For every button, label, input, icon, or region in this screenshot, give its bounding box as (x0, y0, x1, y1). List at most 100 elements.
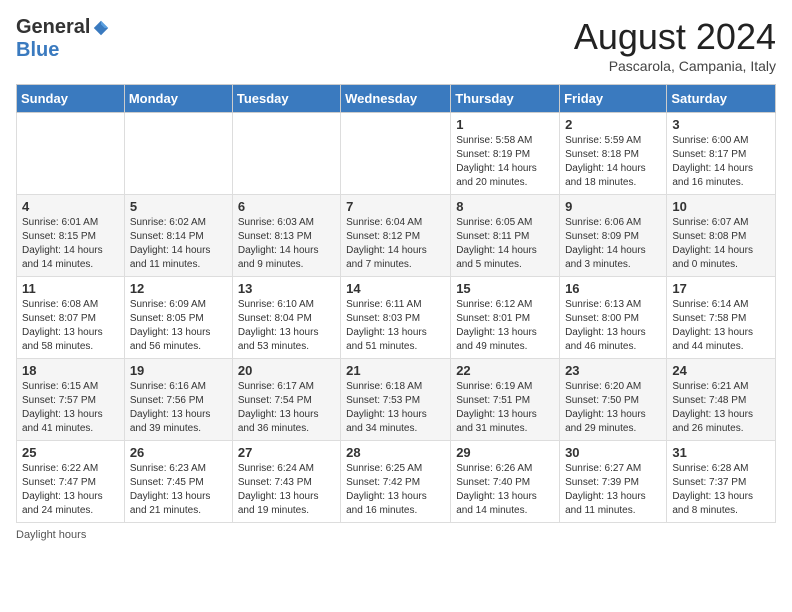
day-number: 23 (565, 363, 661, 378)
day-info: Sunrise: 6:16 AM Sunset: 7:56 PM Dayligh… (130, 380, 227, 436)
calendar-dow-sunday: Sunday (17, 85, 125, 113)
calendar-cell: 7Sunrise: 6:04 AM Sunset: 8:12 PM Daylig… (341, 195, 451, 277)
title-block: August 2024 Pascarola, Campania, Italy (574, 16, 776, 74)
day-number: 28 (346, 445, 445, 460)
day-info: Sunrise: 6:05 AM Sunset: 8:11 PM Dayligh… (456, 216, 554, 272)
day-number: 19 (130, 363, 227, 378)
day-info: Sunrise: 6:20 AM Sunset: 7:50 PM Dayligh… (565, 380, 661, 436)
calendar-dow-monday: Monday (124, 85, 232, 113)
day-number: 26 (130, 445, 227, 460)
page-header: General Blue August 2024 Pascarola, Camp… (16, 16, 776, 74)
day-number: 18 (22, 363, 119, 378)
day-info: Sunrise: 6:07 AM Sunset: 8:08 PM Dayligh… (672, 216, 770, 272)
day-info: Sunrise: 6:26 AM Sunset: 7:40 PM Dayligh… (456, 462, 554, 518)
calendar-cell: 12 Sunrise: 6:09 AM Sunset: 8:05 PM Dayli… (124, 277, 232, 359)
day-info: Sunrise: 6:25 AM Sunset: 7:42 PM Dayligh… (346, 462, 445, 518)
calendar-cell: 29 Sunrise: 6:26 AM Sunset: 7:40 PM Dayli… (451, 441, 560, 523)
day-number: 13 (238, 281, 335, 296)
calendar-cell: 30 Sunrise: 6:27 AM Sunset: 7:39 PM Dayli… (560, 441, 667, 523)
day-info: Sunrise: 6:03 AM Sunset: 8:13 PM Dayligh… (238, 216, 335, 272)
day-info: Sunrise: 5:59 AM Sunset: 8:18 PM Dayligh… (565, 134, 661, 190)
day-number: 27 (238, 445, 335, 460)
calendar-cell: 15Sunrise: 6:12 AM Sunset: 8:01 PM Dayli… (451, 277, 560, 359)
calendar-cell: 3Sunrise: 6:00 AM Sunset: 8:17 PM Daylig… (667, 113, 776, 195)
logo-icon (92, 19, 110, 37)
calendar-cell: 23 Sunrise: 6:20 AM Sunset: 7:50 PM Dayli… (560, 359, 667, 441)
day-info: Sunrise: 6:18 AM Sunset: 7:53 PM Dayligh… (346, 380, 445, 436)
day-info: Sunrise: 6:27 AM Sunset: 7:39 PM Dayligh… (565, 462, 661, 518)
calendar-cell (124, 113, 232, 195)
calendar-cell: 9 Sunrise: 6:06 AM Sunset: 8:09 PM Daylig… (560, 195, 667, 277)
logo-general-text: General (16, 16, 90, 39)
day-number: 29 (456, 445, 554, 460)
day-info: Sunrise: 6:02 AM Sunset: 8:14 PM Dayligh… (130, 216, 227, 272)
day-info: Sunrise: 6:01 AM Sunset: 8:15 PM Dayligh… (22, 216, 119, 272)
day-info: Sunrise: 6:19 AM Sunset: 7:51 PM Dayligh… (456, 380, 554, 436)
day-number: 1 (456, 117, 554, 132)
day-number: 24 (672, 363, 770, 378)
calendar-dow-thursday: Thursday (451, 85, 560, 113)
calendar-cell: 14Sunrise: 6:11 AM Sunset: 8:03 PM Dayli… (341, 277, 451, 359)
day-number: 20 (238, 363, 335, 378)
calendar-cell: 2 Sunrise: 5:59 AM Sunset: 8:18 PM Daylig… (560, 113, 667, 195)
calendar-cell: 8 Sunrise: 6:05 AM Sunset: 8:11 PM Daylig… (451, 195, 560, 277)
day-number: 31 (672, 445, 770, 460)
calendar-dow-wednesday: Wednesday (341, 85, 451, 113)
calendar-cell: 11 Sunrise: 6:08 AM Sunset: 8:07 PM Dayli… (17, 277, 125, 359)
calendar-cell: 19 Sunrise: 6:16 AM Sunset: 7:56 PM Dayli… (124, 359, 232, 441)
day-number: 21 (346, 363, 445, 378)
day-info: Sunrise: 6:08 AM Sunset: 8:07 PM Dayligh… (22, 298, 119, 354)
day-number: 22 (456, 363, 554, 378)
calendar-week-row: 11 Sunrise: 6:08 AM Sunset: 8:07 PM Dayli… (17, 277, 776, 359)
calendar-week-row: 18 Sunrise: 6:15 AM Sunset: 7:57 PM Dayli… (17, 359, 776, 441)
calendar-dow-tuesday: Tuesday (232, 85, 340, 113)
calendar-cell: 28 Sunrise: 6:25 AM Sunset: 7:42 PM Dayli… (341, 441, 451, 523)
calendar-cell: 24Sunrise: 6:21 AM Sunset: 7:48 PM Dayli… (667, 359, 776, 441)
calendar-cell: 13Sunrise: 6:10 AM Sunset: 8:04 PM Dayli… (232, 277, 340, 359)
calendar-cell: 18 Sunrise: 6:15 AM Sunset: 7:57 PM Dayli… (17, 359, 125, 441)
day-number: 11 (22, 281, 119, 296)
calendar-cell: 21 Sunrise: 6:18 AM Sunset: 7:53 PM Dayli… (341, 359, 451, 441)
calendar-dow-saturday: Saturday (667, 85, 776, 113)
day-info: Sunrise: 6:15 AM Sunset: 7:57 PM Dayligh… (22, 380, 119, 436)
calendar-cell: 16 Sunrise: 6:13 AM Sunset: 8:00 PM Dayli… (560, 277, 667, 359)
calendar-cell: 6Sunrise: 6:03 AM Sunset: 8:13 PM Daylig… (232, 195, 340, 277)
calendar-cell: 25 Sunrise: 6:22 AM Sunset: 7:47 PM Dayli… (17, 441, 125, 523)
day-info: Sunrise: 6:09 AM Sunset: 8:05 PM Dayligh… (130, 298, 227, 354)
logo-blue-text: Blue (16, 39, 59, 62)
calendar-cell: 26 Sunrise: 6:23 AM Sunset: 7:45 PM Dayli… (124, 441, 232, 523)
logo: General Blue (16, 16, 110, 62)
footer-note: Daylight hours (16, 529, 776, 541)
day-info: Sunrise: 6:12 AM Sunset: 8:01 PM Dayligh… (456, 298, 554, 354)
day-info: Sunrise: 6:14 AM Sunset: 7:58 PM Dayligh… (672, 298, 770, 354)
calendar-week-row: 25 Sunrise: 6:22 AM Sunset: 7:47 PM Dayli… (17, 441, 776, 523)
day-number: 16 (565, 281, 661, 296)
calendar-cell: 17 Sunrise: 6:14 AM Sunset: 7:58 PM Dayli… (667, 277, 776, 359)
day-number: 8 (456, 199, 554, 214)
day-number: 30 (565, 445, 661, 460)
day-number: 12 (130, 281, 227, 296)
day-number: 10 (672, 199, 770, 214)
calendar-cell: 27 Sunrise: 6:24 AM Sunset: 7:43 PM Dayli… (232, 441, 340, 523)
day-info: Sunrise: 6:24 AM Sunset: 7:43 PM Dayligh… (238, 462, 335, 518)
location-text: Pascarola, Campania, Italy (574, 58, 776, 74)
day-number: 2 (565, 117, 661, 132)
day-number: 25 (22, 445, 119, 460)
calendar-dow-friday: Friday (560, 85, 667, 113)
calendar-cell: 31 Sunrise: 6:28 AM Sunset: 7:37 PM Dayli… (667, 441, 776, 523)
day-info: Sunrise: 6:28 AM Sunset: 7:37 PM Dayligh… (672, 462, 770, 518)
day-info: Sunrise: 5:58 AM Sunset: 8:19 PM Dayligh… (456, 134, 554, 190)
day-number: 17 (672, 281, 770, 296)
day-number: 4 (22, 199, 119, 214)
day-info: Sunrise: 6:22 AM Sunset: 7:47 PM Dayligh… (22, 462, 119, 518)
calendar-table: SundayMondayTuesdayWednesdayThursdayFrid… (16, 84, 776, 523)
calendar-cell (17, 113, 125, 195)
day-info: Sunrise: 6:11 AM Sunset: 8:03 PM Dayligh… (346, 298, 445, 354)
calendar-cell: 4 Sunrise: 6:01 AM Sunset: 8:15 PM Daylig… (17, 195, 125, 277)
day-info: Sunrise: 6:06 AM Sunset: 8:09 PM Dayligh… (565, 216, 661, 272)
day-number: 9 (565, 199, 661, 214)
day-info: Sunrise: 6:23 AM Sunset: 7:45 PM Dayligh… (130, 462, 227, 518)
calendar-cell: 20Sunrise: 6:17 AM Sunset: 7:54 PM Dayli… (232, 359, 340, 441)
day-info: Sunrise: 6:13 AM Sunset: 8:00 PM Dayligh… (565, 298, 661, 354)
day-number: 5 (130, 199, 227, 214)
